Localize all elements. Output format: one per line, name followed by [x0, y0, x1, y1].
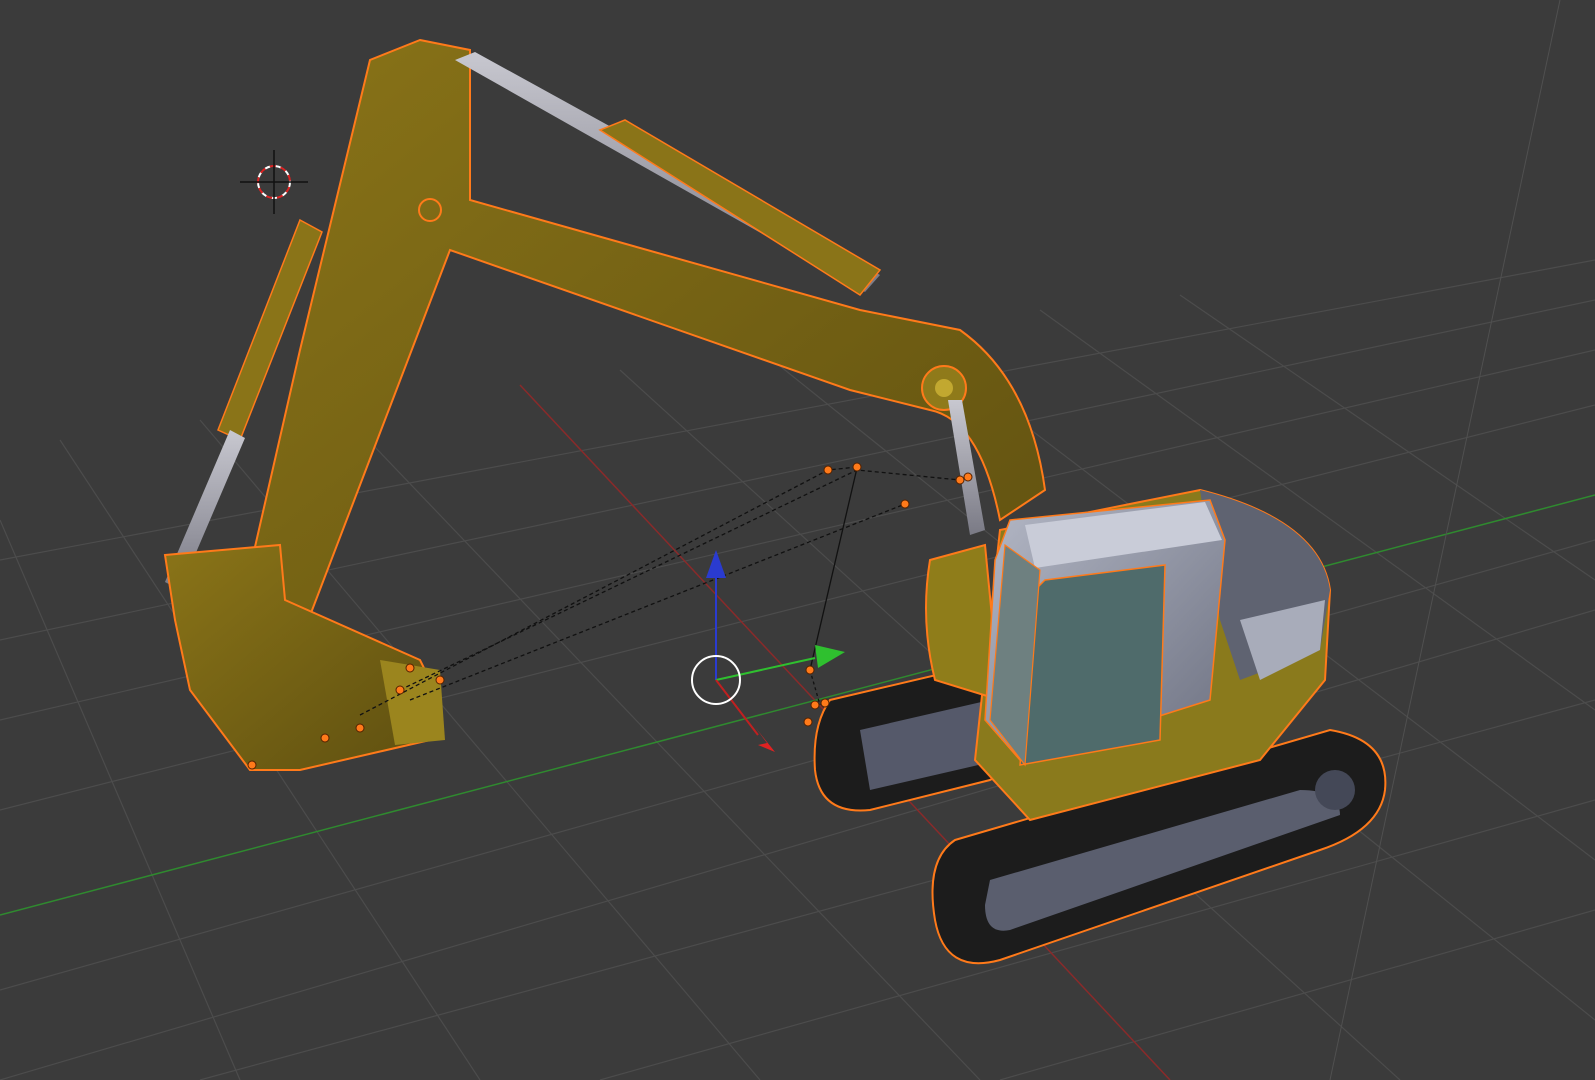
armature-lines	[359, 466, 961, 716]
vertical-guide-line	[1329, 0, 1561, 1080]
3d-viewport[interactable]	[0, 0, 1595, 1080]
3d-cursor-icon[interactable]	[240, 150, 308, 214]
